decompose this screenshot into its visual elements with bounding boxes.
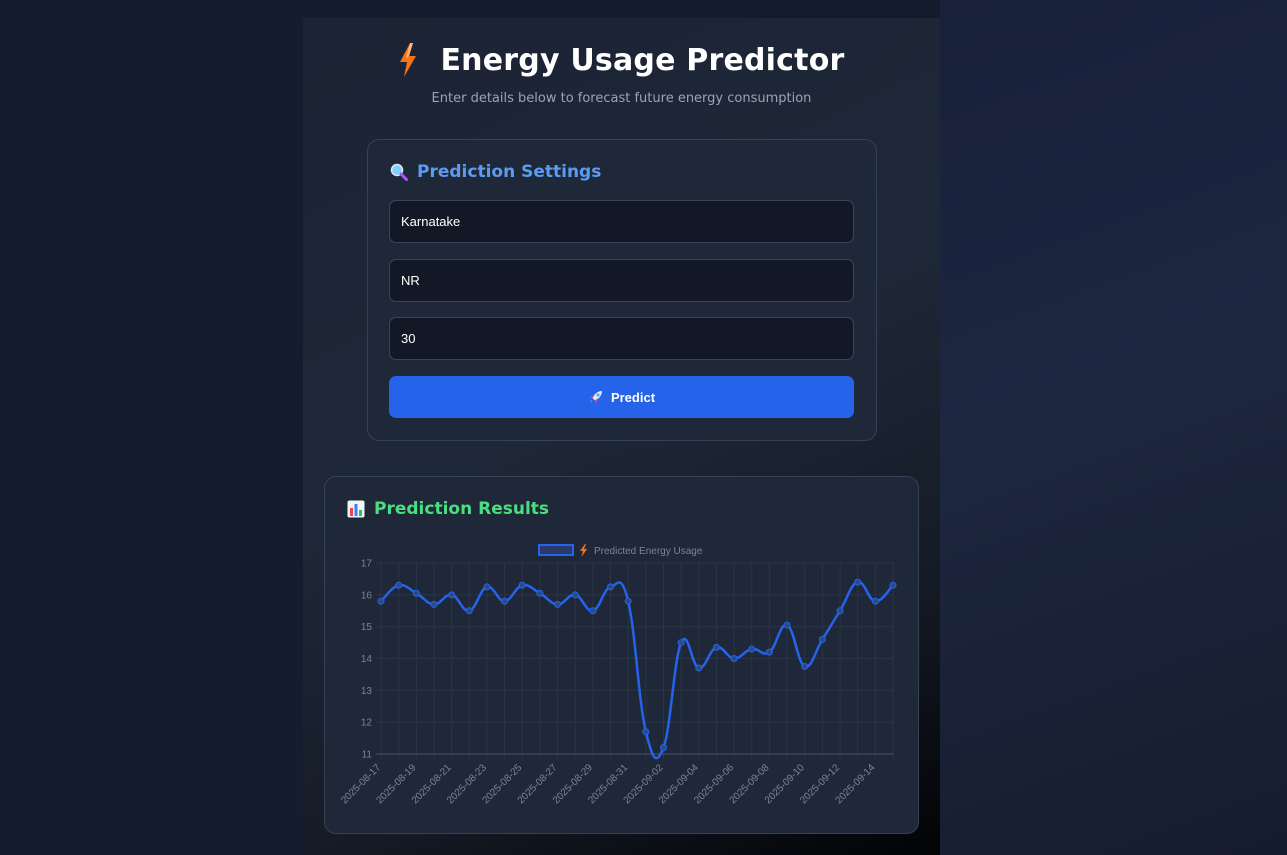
predict-button[interactable]: Predict: [389, 376, 854, 418]
data-point: [554, 600, 562, 608]
data-point: [695, 664, 703, 672]
data-point: [801, 662, 809, 670]
prediction-results-card: Prediction Results 11 12 13 14 15 16 17 2025-08…: [324, 476, 919, 834]
data-point: [395, 581, 403, 589]
data-point: [642, 728, 650, 736]
page-header: Energy Usage Predictor Enter details bel…: [303, 40, 940, 106]
data-point: [430, 600, 438, 608]
legend-swatch: [538, 544, 574, 556]
data-point: [483, 583, 491, 591]
page-background-right: [940, 0, 1287, 855]
data-point: [765, 648, 773, 656]
data-point: [730, 655, 738, 662]
data-point: [412, 589, 420, 597]
page-title: Energy Usage Predictor: [440, 42, 845, 78]
data-point: [607, 583, 615, 591]
state-input[interactable]: Karnatake: [389, 200, 854, 243]
data-point: [854, 578, 862, 586]
data-point: [748, 645, 756, 653]
data-point: [624, 597, 632, 605]
data-point: [571, 591, 579, 599]
days-input[interactable]: 30: [389, 317, 854, 360]
y-tick-label: 14: [361, 654, 373, 665]
main-container: Energy Usage Predictor Enter details bel…: [303, 18, 940, 855]
prediction-settings-card: Prediction Settings Karnatake NR 30 Pred…: [367, 139, 877, 441]
data-point: [677, 639, 685, 647]
y-tick-label: 13: [361, 686, 373, 697]
legend-label: Predicted Energy Usage: [594, 546, 703, 557]
data-point: [712, 643, 720, 651]
data-point: [589, 607, 597, 615]
data-point: [465, 607, 473, 615]
y-tick-label: 11: [362, 750, 373, 761]
y-tick-label: 17: [361, 559, 373, 570]
series-line: [380, 580, 894, 760]
settings-title-text: Prediction Settings: [417, 162, 602, 182]
data-point: [536, 589, 544, 597]
chart-legend: Predicted Energy Usage: [538, 544, 703, 557]
page-subtitle: Enter details below to forecast future e…: [431, 91, 812, 106]
settings-title: Prediction Settings: [390, 162, 601, 182]
energy-line-chart: 111213141516172025-08-172025-08-192025-0…: [339, 544, 897, 806]
y-tick-label: 12: [361, 718, 373, 729]
data-point: [783, 621, 791, 629]
data-point: [871, 597, 879, 605]
magnifier-icon: [390, 163, 408, 181]
predict-button-label: Predict: [610, 389, 656, 405]
y-tick-label: 15: [361, 622, 373, 633]
rocket-icon: [589, 391, 602, 403]
data-point: [377, 597, 385, 605]
legend-bolt-icon: [580, 544, 587, 557]
page-background-left: [0, 0, 303, 855]
bolt-icon: [400, 43, 417, 77]
data-point: [659, 744, 667, 752]
y-tick-label: 16: [361, 590, 373, 601]
data-point: [889, 581, 897, 589]
data-point: [518, 581, 526, 589]
data-point: [836, 607, 844, 615]
region-input[interactable]: NR: [389, 259, 854, 302]
data-point: [448, 591, 456, 599]
data-point: [501, 597, 509, 605]
title-row: Energy Usage Predictor: [303, 40, 940, 80]
data-point: [818, 635, 826, 643]
